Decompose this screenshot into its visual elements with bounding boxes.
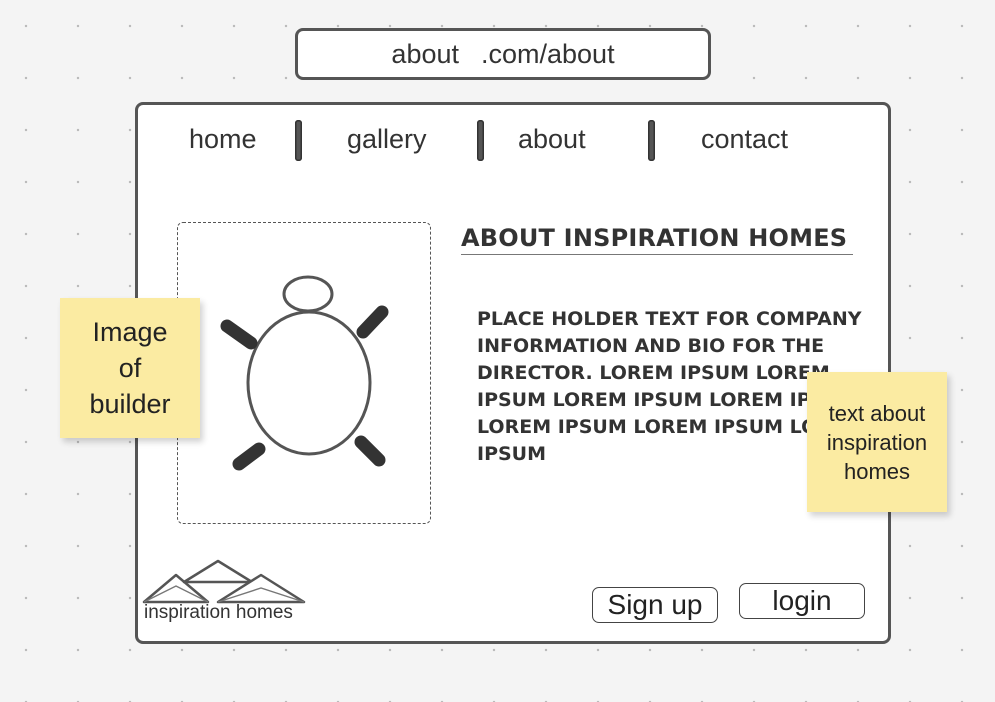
page-title: ABOUT INSPIRATION HOMES <box>461 222 853 255</box>
logo-label: inspiration homes <box>144 602 293 623</box>
sticky-note-image-of-builder: Image of builder <box>60 298 200 438</box>
nav-separator <box>295 120 302 161</box>
sign-up-button[interactable]: Sign up <box>592 587 718 623</box>
sticky-line: builder <box>89 389 171 419</box>
login-button[interactable]: login <box>739 583 865 619</box>
url-bar[interactable]: about .com/about <box>295 28 711 80</box>
sticky-line: text about <box>828 400 926 426</box>
sticky-line: Image <box>92 317 168 347</box>
nav-gallery[interactable]: gallery <box>347 121 427 157</box>
nav-separator <box>477 120 484 161</box>
sticky-line: homes <box>843 458 911 484</box>
sticky-line: of <box>118 353 142 383</box>
sticky-note-text-about: text about inspiration homes <box>807 372 947 512</box>
nav-about[interactable]: about <box>518 121 586 157</box>
person-placeholder-icon <box>220 275 389 471</box>
url-path: .com/about <box>481 38 615 69</box>
nav-home[interactable]: home <box>189 121 257 157</box>
sticky-line: inspiration <box>826 429 928 455</box>
nav-separator <box>648 120 655 161</box>
nav-contact[interactable]: contact <box>701 121 788 157</box>
mountains-logo-icon[interactable] <box>142 558 306 608</box>
url-page: about <box>391 38 459 69</box>
